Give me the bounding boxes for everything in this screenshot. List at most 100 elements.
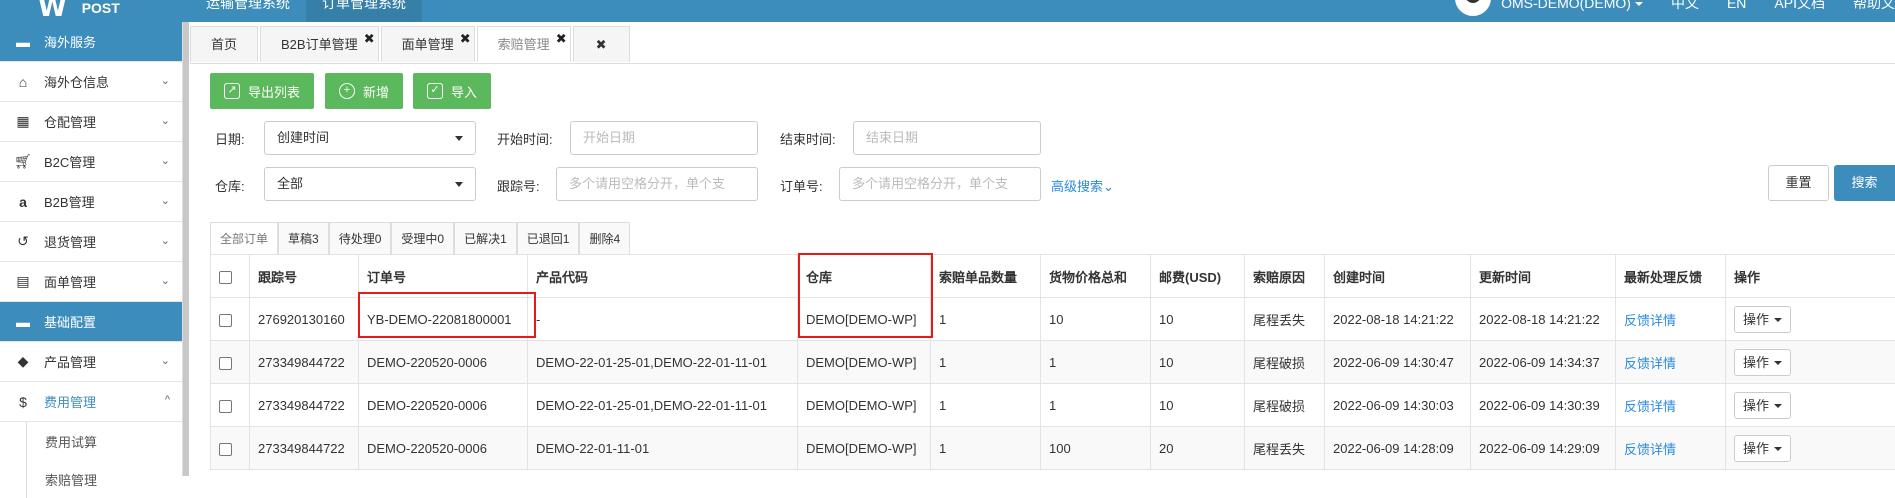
user-menu[interactable]: OMS-DEMO(DEMO) (1501, 0, 1643, 6)
sidebar-section-overseas[interactable]: ▬ 海外服务 (0, 22, 182, 62)
col-header[interactable]: 跟踪号 (250, 255, 359, 298)
sidebar-item-b2c[interactable]: 🛒︎ B2C管理 ⌄ (0, 142, 182, 182)
status-tab-resolved[interactable]: 已解决1 (454, 222, 517, 255)
row-checkbox[interactable] (219, 314, 232, 327)
cell-actions: 操作 (1726, 341, 1895, 384)
cell-postage: 10 (1151, 341, 1245, 384)
cell-product: - (528, 298, 798, 341)
cell-product: DEMO-22-01-25-01,DEMO-22-01-11-01 (528, 341, 798, 384)
actions-dropdown[interactable]: 操作 (1734, 306, 1791, 333)
row-checkbox[interactable] (219, 443, 232, 456)
avatar[interactable] (1455, 0, 1491, 16)
chevron-down-icon: ⌄ (161, 114, 170, 127)
cell-created: 2022-06-09 14:30:47 (1325, 341, 1471, 384)
end-date-input[interactable]: 结束日期 (853, 121, 1041, 155)
caret-down-icon (1774, 318, 1782, 322)
start-date-input[interactable]: 开始日期 (570, 121, 758, 155)
status-tab-pending[interactable]: 待处理0 (329, 222, 392, 255)
status-tab-processing[interactable]: 受理中0 (391, 222, 454, 255)
row-select-cell (211, 427, 250, 470)
help-link[interactable]: 帮助文 (1853, 0, 1895, 6)
sidebar-item-label: 海外服务 (44, 32, 96, 51)
caret-down-icon (1774, 361, 1782, 365)
date-type-select[interactable]: 创建时间 (264, 121, 476, 155)
cell-tracking: 273349844722 (250, 384, 359, 427)
tab-label: 面单管理 (402, 37, 454, 52)
status-tab-all[interactable]: 全部订单 (210, 222, 278, 255)
search-button[interactable]: 搜索 (1834, 165, 1895, 201)
export-label: 导出列表 (248, 82, 300, 101)
feedback-detail-link[interactable]: 反馈详情 (1624, 442, 1676, 457)
tab-home[interactable]: 首页 (190, 26, 258, 62)
col-header[interactable]: 更新时间 (1471, 255, 1616, 298)
cell-price: 100 (1041, 427, 1151, 470)
sidebar-item-b2b[interactable]: a B2B管理 ⌄ (0, 182, 182, 222)
col-header[interactable]: 产品代码 (528, 255, 798, 298)
sidebar-item-warehouse-info[interactable]: ⌂ 海外仓信息 ⌄ (0, 62, 182, 102)
cell-order: DEMO-220520-0006 (359, 341, 528, 384)
caret-down-icon (455, 136, 463, 141)
actions-dropdown[interactable]: 操作 (1734, 392, 1791, 419)
cell-price: 1 (1041, 384, 1151, 427)
system-tab-orders[interactable]: 订单管理系统 (306, 0, 422, 22)
home-icon: ⌂ (14, 74, 32, 90)
warehouse-select[interactable]: 全部 (264, 167, 476, 201)
feedback-detail-link[interactable]: 反馈详情 (1624, 356, 1676, 371)
sidebar-item-fulfillment[interactable]: ▦ 仓配管理 ⌄ (0, 102, 182, 142)
tab-b2b-orders[interactable]: B2B订单管理✖ (260, 26, 379, 62)
order-input[interactable]: 多个请用空格分开，单个支 (839, 167, 1041, 201)
col-header[interactable]: 创建时间 (1325, 255, 1471, 298)
status-tab-draft[interactable]: 草稿3 (278, 222, 329, 255)
sidebar-scrollbar[interactable] (183, 22, 189, 476)
sidebar-subitem-fee-calc[interactable]: 费用试算 (26, 422, 182, 460)
col-header[interactable]: 最新处理反馈 (1616, 255, 1726, 298)
lang-en-link[interactable]: EN (1727, 0, 1746, 6)
sidebar-item-products[interactable]: ◆ 产品管理 ⌄ (0, 342, 182, 382)
close-all-tabs-button[interactable]: ✖ (573, 26, 630, 62)
col-header[interactable]: 货物价格总和 (1041, 255, 1151, 298)
add-label: 新增 (363, 82, 389, 101)
sidebar-subitem-claims[interactable]: 索赔管理 (26, 460, 182, 498)
cell-warehouse: DEMO[DEMO-WP] (798, 341, 931, 384)
advanced-search-link[interactable]: 高级搜索⌄ (1051, 176, 1114, 195)
top-navbar: W POST 运输管理系统 订单管理系统 OMS-DEMO(DEMO) 中文 E… (0, 0, 1895, 22)
export-list-button[interactable]: ↗导出列表 (210, 73, 314, 109)
cell-actions: 操作 (1726, 298, 1895, 341)
close-icon[interactable]: ✖ (460, 21, 471, 57)
import-icon: ✓ (427, 83, 443, 99)
sidebar-item-returns[interactable]: ↺ 退货管理 ⌄ (0, 222, 182, 262)
status-tab-returned[interactable]: 已退回1 (517, 222, 580, 255)
import-button[interactable]: ✓导入 (413, 73, 491, 109)
cell-product: DEMO-22-01-11-01 (528, 427, 798, 470)
col-header[interactable]: 邮费(USD) (1151, 255, 1245, 298)
close-icon[interactable]: ✖ (364, 21, 375, 57)
system-tab-transport[interactable]: 运输管理系统 (190, 0, 306, 22)
close-icon[interactable]: ✖ (556, 21, 567, 57)
feedback-detail-link[interactable]: 反馈详情 (1624, 313, 1676, 328)
api-doc-link[interactable]: API文档 (1774, 0, 1825, 6)
col-header[interactable]: 索赔原因 (1245, 255, 1325, 298)
tracking-input[interactable]: 多个请用空格分开，单个支 (556, 167, 758, 201)
sidebar-item-fees[interactable]: $ 费用管理 ^ (0, 382, 182, 422)
col-header[interactable]: 索赔单品数量 (931, 255, 1041, 298)
actions-dropdown[interactable]: 操作 (1734, 435, 1791, 462)
actions-dropdown[interactable]: 操作 (1734, 349, 1791, 376)
cell-warehouse: DEMO[DEMO-WP] (798, 384, 931, 427)
cell-tracking: 273349844722 (250, 427, 359, 470)
feedback-detail-link[interactable]: 反馈详情 (1624, 399, 1676, 414)
add-button[interactable]: +新增 (325, 73, 403, 109)
select-all-cell (211, 255, 250, 298)
cell-qty: 1 (931, 384, 1041, 427)
sidebar-section-basic-config[interactable]: ▬ 基础配置 (0, 302, 182, 342)
tab-claims[interactable]: 索赔管理✖ (477, 26, 571, 62)
status-tab-deleted[interactable]: 删除4 (579, 222, 630, 255)
reset-button[interactable]: 重置 (1768, 165, 1829, 201)
cell-reason: 尾程丢失 (1245, 427, 1325, 470)
cell-updated: 2022-06-09 14:34:37 (1471, 341, 1616, 384)
lang-zh-link[interactable]: 中文 (1671, 0, 1699, 6)
tab-labels[interactable]: 面单管理✖ (381, 26, 475, 62)
row-checkbox[interactable] (219, 357, 232, 370)
sidebar-item-labels[interactable]: ▤ 面单管理 ⌄ (0, 262, 182, 302)
select-all-checkbox[interactable] (219, 271, 232, 284)
row-checkbox[interactable] (219, 400, 232, 413)
